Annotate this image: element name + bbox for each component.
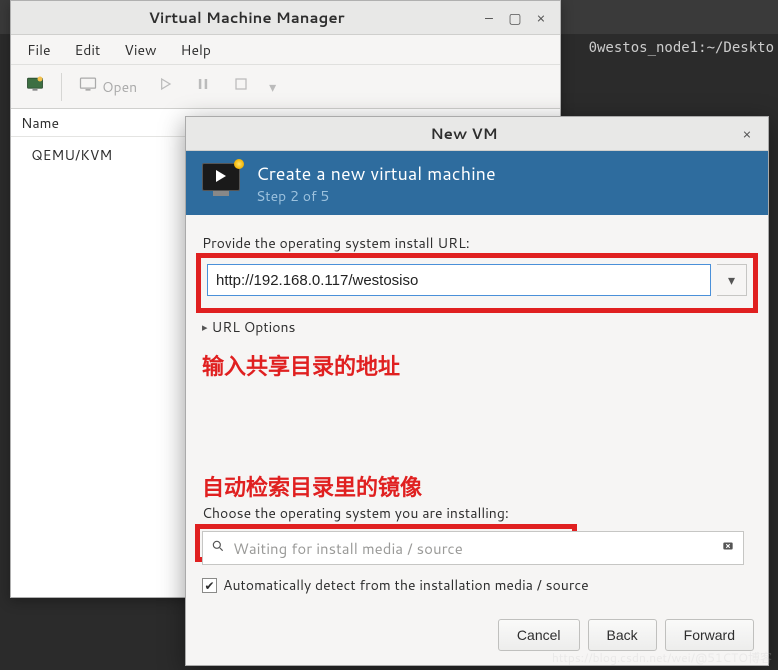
- back-button[interactable]: Back: [588, 619, 657, 651]
- annotation-highlight-1: ▾: [196, 253, 758, 313]
- maximize-button[interactable]: ▢: [504, 7, 526, 29]
- menu-view[interactable]: View: [114, 36, 166, 64]
- cancel-button[interactable]: Cancel: [498, 619, 580, 651]
- open-label: Open: [102, 77, 137, 97]
- terminal-title: 0westos_node1:~/Deskto: [585, 38, 778, 58]
- menu-file[interactable]: File: [17, 36, 61, 64]
- clear-icon[interactable]: [721, 538, 735, 558]
- new-vm-button[interactable]: [19, 72, 51, 102]
- forward-button[interactable]: Forward: [665, 619, 754, 651]
- wizard-icon: [202, 163, 242, 203]
- annotation-text-2: 自动检索目录里的镜像: [202, 470, 752, 503]
- os-search-placeholder: Waiting for install media / source: [233, 538, 735, 559]
- autodetect-label: Automatically detect from the installati…: [223, 575, 589, 595]
- minimize-button[interactable]: –: [478, 7, 500, 29]
- dialog-heading: Create a new virtual machine: [256, 160, 496, 186]
- menu-help[interactable]: Help: [171, 36, 221, 64]
- url-options-expander[interactable]: URL Options: [202, 317, 752, 337]
- window-title: Virtual Machine Manager: [19, 7, 474, 28]
- os-choose-label: Choose the operating system you are inst…: [202, 503, 752, 523]
- pause-icon: [193, 74, 213, 99]
- menu-edit[interactable]: Edit: [65, 36, 111, 64]
- shutdown-menu-button[interactable]: ▾: [263, 72, 282, 102]
- titlebar[interactable]: Virtual Machine Manager – ▢ ×: [11, 1, 560, 35]
- pause-button[interactable]: [187, 72, 219, 102]
- monitor-new-icon: [25, 74, 45, 99]
- shutdown-button[interactable]: [225, 72, 257, 102]
- dialog-title: New VM: [196, 123, 732, 144]
- watermark: https://blog.csdn.net/wei/@51CTO博客: [552, 649, 772, 666]
- new-vm-dialog: New VM × Create a new virtual machine St…: [185, 116, 769, 666]
- power-icon: [231, 74, 251, 99]
- toolbar: Open ▾: [11, 65, 560, 109]
- close-button[interactable]: ×: [530, 7, 552, 29]
- annotation-text-1: 输入共享目录的地址: [202, 349, 752, 382]
- dialog-titlebar[interactable]: New VM ×: [186, 117, 768, 151]
- menubar: File Edit View Help: [11, 35, 560, 65]
- run-button[interactable]: [149, 72, 181, 102]
- chevron-down-icon: ▾: [728, 270, 735, 290]
- dialog-header: Create a new virtual machine Step 2 of 5: [186, 151, 768, 215]
- monitor-icon: [78, 74, 98, 99]
- chevron-down-icon: ▾: [269, 77, 276, 97]
- os-search-input[interactable]: Waiting for install media / source: [202, 531, 744, 565]
- search-icon: [211, 538, 225, 558]
- install-url-input[interactable]: [207, 264, 711, 296]
- autodetect-checkbox[interactable]: ✔: [202, 578, 217, 593]
- url-history-dropdown[interactable]: ▾: [717, 264, 747, 296]
- step-label: Step 2 of 5: [256, 186, 496, 206]
- play-icon: [155, 74, 175, 99]
- url-label: Provide the operating system install URL…: [202, 233, 752, 253]
- open-button[interactable]: Open: [72, 72, 143, 102]
- dialog-close-button[interactable]: ×: [736, 123, 758, 145]
- expander-label: URL Options: [212, 317, 296, 337]
